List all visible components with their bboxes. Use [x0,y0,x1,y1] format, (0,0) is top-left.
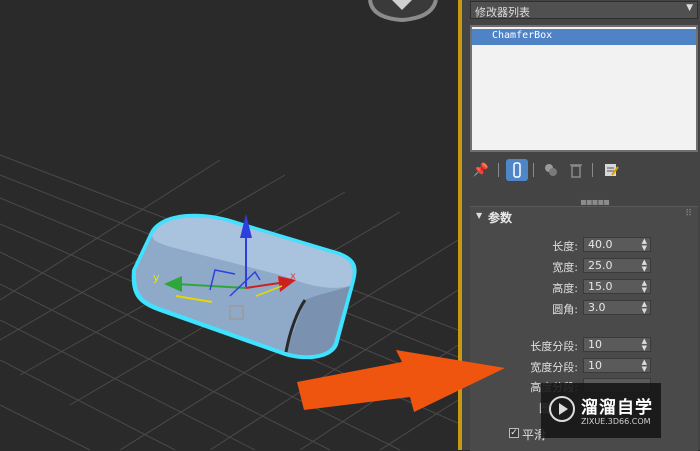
length-segs-spinner[interactable]: 10 ▲ ▼ [583,337,651,352]
width-label: 宽度: [552,261,578,274]
height-value: 15.0 [588,280,613,293]
height-label: 高度: [552,282,578,295]
perspective-viewport[interactable]: y x [0,0,458,450]
dropdown-arrow-icon: ▼ [686,3,693,13]
rollout-header[interactable]: ▼ 参数 ⠿ [470,207,698,227]
length-segs-label: 长度分段: [530,340,578,353]
length-label: 长度: [552,240,578,253]
make-unique-icon [545,164,557,176]
configure-sets-icon [605,164,619,176]
fillet-segs-row: 圆 [470,399,550,415]
watermark: 溜溜自学 ZIXUE.3D66.COM [541,383,661,438]
width-row: 宽度: [470,258,578,274]
width-spinner[interactable]: 25.0 ▲ ▼ [583,258,651,273]
fillet-label: 圆角: [552,303,578,316]
show-end-result-button[interactable] [506,159,528,181]
pin-icon: 📌 [472,162,490,178]
fillet-value: 3.0 [588,301,606,314]
height-row: 高度: [470,279,578,295]
spinner-arrows-icon[interactable]: ▲ ▼ [642,259,647,273]
toolbar-separator [498,163,499,177]
smooth-checkbox[interactable]: ✓ [509,428,519,438]
length-row: 长度: [470,237,578,253]
configure-sets-button[interactable] [600,159,622,181]
make-unique-button[interactable] [540,159,562,181]
collapse-triangle-icon: ▼ [476,211,483,220]
remove-modifier-button[interactable] [565,159,587,181]
stack-toolbar: 📌 [470,159,698,183]
length-segs-value: 10 [588,338,602,351]
length-spinner[interactable]: 40.0 ▲ ▼ [583,237,651,252]
modifier-list-label: 修改器列表 [475,6,530,19]
width-segs-label: 宽度分段: [530,361,578,374]
viewport-canvas: y x [0,0,458,450]
width-value: 25.0 [588,259,613,272]
watermark-url: ZIXUE.3D66.COM [581,417,651,426]
spinner-arrows-icon[interactable]: ▲ ▼ [642,301,647,315]
fillet-row: 圆角: [470,300,578,316]
modifier-stack-list[interactable]: ChamferBox [470,25,698,152]
axis-label-x: x [290,271,296,282]
toolbar-separator [592,163,593,177]
length-segs-row: 长度分段: [470,337,578,353]
rollout-drag-icon: ⠿ [685,209,692,219]
play-logo-icon [549,396,575,422]
remove-modifier-icon [570,164,582,178]
axis-label-y: y [153,271,160,284]
rollout-title: 参数 [488,211,513,225]
stack-item-label: ChamferBox [492,30,553,41]
watermark-name: 溜溜自学 [581,398,653,418]
spinner-arrows-icon[interactable]: ▲ ▼ [642,359,647,373]
fillet-spinner[interactable]: 3.0 ▲ ▼ [583,300,651,315]
modifier-list-dropdown[interactable]: 修改器列表 ▼ [470,1,698,19]
length-value: 40.0 [588,238,613,251]
spinner-arrows-icon[interactable]: ▲ ▼ [642,280,647,294]
width-segs-value: 10 [588,359,602,372]
pin-stack-button[interactable]: 📌 [470,159,492,181]
width-segs-row: 宽度分段: [470,358,578,374]
spinner-arrows-icon[interactable]: ▲ ▼ [642,238,647,252]
width-segs-spinner[interactable]: 10 ▲ ▼ [583,358,651,373]
spinner-arrows-icon[interactable]: ▲ ▼ [642,338,647,352]
stack-item-chamferbox[interactable]: ChamferBox [472,29,696,45]
toolbar-separator [533,163,534,177]
height-spinner[interactable]: 15.0 ▲ ▼ [583,279,651,294]
show-end-result-icon [513,162,521,178]
